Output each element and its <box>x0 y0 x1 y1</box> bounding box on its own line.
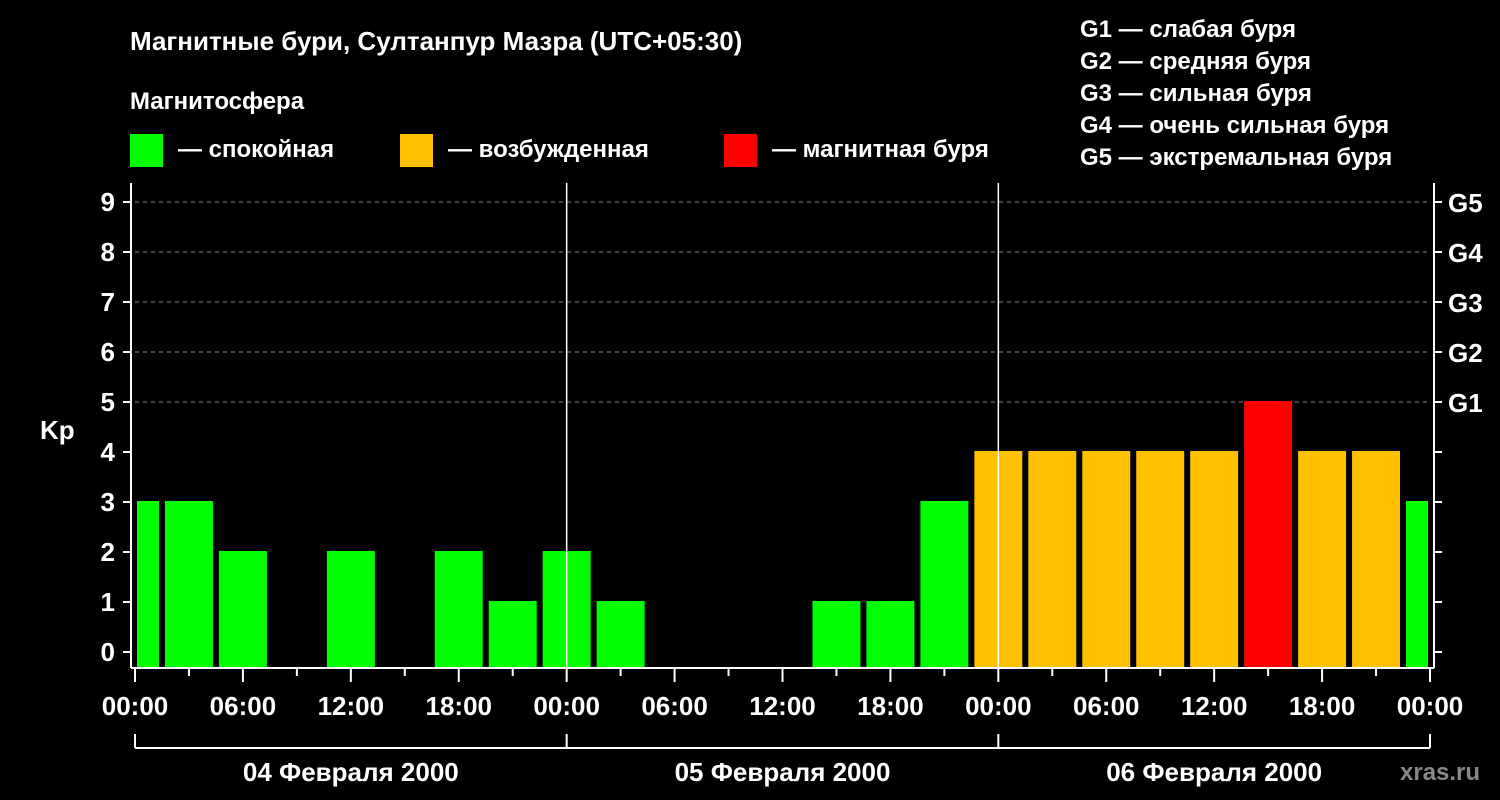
x-tick-label: 00:00 <box>1397 691 1464 721</box>
kp-bar <box>1028 451 1077 668</box>
axes <box>130 183 1435 669</box>
kp-bar <box>920 501 969 668</box>
kp-bar <box>1352 451 1401 668</box>
kp-bar <box>326 551 375 668</box>
legend-swatch-quiet <box>130 134 163 167</box>
x-tick-label: 06:00 <box>210 691 277 721</box>
g-ticks: G1 G2 G3 G4 G5 <box>1434 188 1483 653</box>
kp-bar <box>1298 451 1347 668</box>
x-tick-label: 06:00 <box>641 691 708 721</box>
day-label: 05 Февраля 2000 <box>675 757 891 787</box>
kp-chart: Магнитные бури, Султанпур Мазра (UTC+05:… <box>40 16 1483 787</box>
watermark: xras.ru <box>1400 759 1480 786</box>
kp-bar <box>1136 451 1185 668</box>
y-tick-label: 3 <box>101 487 115 517</box>
chart-title: Магнитные бури, Султанпур Мазра (UTC+05:… <box>130 26 742 56</box>
kp-bar <box>434 551 483 668</box>
g-tick-label: G2 <box>1448 338 1483 368</box>
x-tick-label: 12:00 <box>1181 691 1248 721</box>
g-tick-label: G3 <box>1448 288 1483 318</box>
kp-bar <box>1244 401 1293 668</box>
y-tick-label: 6 <box>101 337 115 367</box>
y-ticks: 0 1 2 3 4 5 6 7 8 9 <box>101 187 131 667</box>
g-tick-label: G4 <box>1448 238 1483 268</box>
x-tick-label: 12:00 <box>318 691 385 721</box>
g-tick-label: G1 <box>1448 388 1483 418</box>
g-tick-label: G5 <box>1448 188 1483 218</box>
g-scale-legend: G1 — слабая буря G2 — средняя буря G3 — … <box>1080 16 1392 171</box>
x-tick-label: 18:00 <box>426 691 493 721</box>
x-tick-label: 12:00 <box>749 691 816 721</box>
legend-swatch-storm <box>724 134 757 167</box>
legend-swatch-active <box>400 134 433 167</box>
legend-label-quiet: — спокойная <box>178 136 334 163</box>
y-tick-label: 2 <box>101 537 115 567</box>
x-tick-label: 06:00 <box>1073 691 1140 721</box>
x-tick-label: 18:00 <box>857 691 924 721</box>
y-tick-label: 7 <box>101 287 115 317</box>
y-axis-label: Kp <box>40 415 75 445</box>
g-scale-g4: G4 — очень сильная буря <box>1080 112 1389 139</box>
y-tick-label: 8 <box>101 237 115 267</box>
g-scale-g1: G1 — слабая буря <box>1080 16 1296 43</box>
x-tick-label: 18:00 <box>1289 691 1356 721</box>
g-scale-g5: G5 — экстремальная буря <box>1080 144 1392 171</box>
kp-bar <box>488 601 537 668</box>
day-label: 06 Февраля 2000 <box>1106 757 1322 787</box>
kp-bar <box>218 551 267 668</box>
legend-label-active: — возбужденная <box>448 136 649 163</box>
x-tick-label: 00:00 <box>102 691 169 721</box>
kp-bar <box>1406 501 1428 668</box>
g-scale-g2: G2 — средняя буря <box>1080 48 1311 75</box>
x-ticks: 00:00 06:00 12:00 18:00 00:00 06:00 12:00 18:00… <box>102 668 1464 721</box>
kp-bar <box>1190 451 1239 668</box>
day-label: 04 Февраля 2000 <box>243 757 459 787</box>
y-tick-label: 5 <box>101 387 115 417</box>
g-scale-g3: G3 — сильная буря <box>1080 80 1312 107</box>
legend: — спокойная — возбужденная — магнитная б… <box>130 134 989 167</box>
grid <box>135 201 1430 403</box>
y-tick-label: 9 <box>101 187 115 217</box>
x-tick-label: 00:00 <box>965 691 1032 721</box>
kp-bar <box>164 501 213 668</box>
legend-label-storm: — магнитная буря <box>772 136 989 163</box>
y-tick-label: 1 <box>101 587 115 617</box>
kp-bar <box>596 601 645 668</box>
kp-bar <box>866 601 915 668</box>
kp-bar <box>1082 451 1131 668</box>
kp-bar <box>812 601 861 668</box>
kp-bar <box>137 501 159 668</box>
y-tick-label: 0 <box>101 637 115 667</box>
legend-title: Магнитосфера <box>130 88 305 115</box>
y-tick-label: 4 <box>101 437 116 467</box>
x-tick-label: 00:00 <box>533 691 600 721</box>
day-labels: 04 Февраля 2000 05 Февраля 2000 06 Февраля… <box>134 734 1431 787</box>
bars <box>137 401 1428 668</box>
